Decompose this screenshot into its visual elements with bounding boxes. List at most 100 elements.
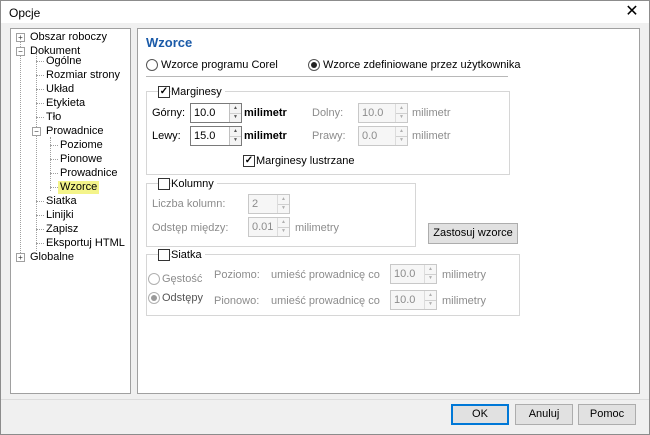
margin-top-label: Górny:	[152, 107, 186, 119]
column-gap-input[interactable]: 0.01 ▲ ▼	[248, 217, 290, 237]
tree-connector	[50, 145, 58, 146]
minus-icon[interactable]: −	[32, 127, 41, 136]
spin-down-icon[interactable]: ▼	[396, 136, 407, 145]
window-title: Opcje	[9, 6, 41, 20]
column-gap-unit: milimetry	[295, 222, 339, 234]
tree-item-label: Ogólne	[46, 55, 82, 67]
grid-spacing-label[interactable]: Odstępy	[162, 292, 203, 304]
tree-connector	[50, 159, 58, 160]
tree-item-label: Rozmiar strony	[46, 69, 120, 81]
grid-checkbox[interactable]	[158, 249, 170, 261]
preset-corel-radio[interactable]	[146, 59, 158, 71]
preset-user-radio[interactable]	[308, 59, 320, 71]
tree-item-label-selected: Wzorce	[58, 181, 100, 194]
mirror-margins-label[interactable]: Marginesy lustrzane	[256, 155, 354, 167]
close-icon[interactable]: ✕	[621, 2, 643, 22]
spin-down-icon[interactable]: ▼	[278, 204, 289, 213]
tree-connector	[36, 243, 44, 244]
plus-icon[interactable]: +	[16, 253, 25, 262]
margin-right-input[interactable]: 0.0 ▲ ▼	[358, 126, 408, 146]
tree-item-label: Prowadnice	[60, 167, 118, 179]
spin-down-icon[interactable]: ▼	[278, 227, 289, 236]
preset-corel-label[interactable]: Wzorce programu Corel	[161, 59, 278, 71]
grid-vertical-value: 10.0	[394, 294, 416, 306]
spin-arrows: ▲ ▼	[395, 104, 407, 122]
apply-presets-button[interactable]: Zastosuj wzorce	[428, 223, 518, 244]
margin-top-input[interactable]: 10.0 ▲ ▼	[190, 103, 242, 123]
grid-horizontal-value: 10.0	[394, 268, 416, 280]
tree-connector	[36, 75, 44, 76]
grid-vertical-label: Pionowo:	[214, 295, 260, 307]
columns-label: Kolumny	[171, 178, 217, 190]
column-count-input[interactable]: 2 ▲ ▼	[248, 194, 290, 214]
margin-left-label: Lewy:	[152, 130, 181, 142]
margins-checkbox[interactable]: ✓	[158, 86, 170, 98]
grid-label: Siatka	[171, 249, 205, 261]
margin-bottom-input[interactable]: 10.0 ▲ ▼	[358, 103, 408, 123]
footer-separator	[1, 399, 649, 400]
tree-connector	[36, 103, 44, 104]
tree-connector	[50, 187, 58, 188]
spin-arrows: ▲ ▼	[277, 218, 289, 236]
options-dialog: Opcje ✕ + Obszar roboczy − Dokument Ogól…	[0, 0, 650, 435]
plus-icon[interactable]: +	[16, 33, 25, 42]
spin-down-icon[interactable]: ▼	[230, 113, 241, 122]
column-count-label: Liczba kolumn:	[152, 198, 226, 210]
margin-bottom-unit: milimetr	[412, 107, 451, 119]
spin-down-icon[interactable]: ▼	[396, 113, 407, 122]
tree-item-label: Globalne	[30, 251, 75, 263]
minus-icon[interactable]: −	[16, 47, 25, 56]
tree-item-label: Etykieta	[46, 97, 86, 109]
spin-arrows: ▲ ▼	[395, 127, 407, 145]
grid-density-radio[interactable]	[148, 273, 160, 285]
cancel-button[interactable]: Anuluj	[515, 404, 573, 425]
margin-right-value: 0.0	[362, 130, 378, 142]
column-count-value: 2	[252, 198, 259, 210]
grid-horizontal-label: Poziomo:	[214, 269, 260, 281]
spin-down-icon[interactable]: ▼	[230, 136, 241, 145]
title-bar: Opcje ✕	[1, 1, 649, 23]
tree-connector	[36, 229, 44, 230]
ok-button[interactable]: OK	[451, 404, 509, 425]
tree-connector	[36, 117, 44, 118]
grid-spacing-radio[interactable]	[148, 292, 160, 304]
tree-item-label: Pionowe	[60, 153, 103, 165]
settings-panel: Wzorce Wzorce programu Corel Wzorce zdef…	[137, 28, 640, 394]
spin-arrows: ▲ ▼	[277, 195, 289, 213]
spin-arrows: ▲ ▼	[229, 127, 241, 145]
spin-down-icon[interactable]: ▼	[425, 274, 436, 283]
tree-connector	[50, 173, 58, 174]
margin-left-input[interactable]: 15.0 ▲ ▼	[190, 126, 242, 146]
column-gap-value: 0.01	[252, 221, 274, 233]
preset-user-label[interactable]: Wzorce zdefiniowane przez użytkownika	[323, 59, 520, 71]
tree-item-label: Siatka	[46, 195, 77, 207]
spin-arrows: ▲ ▼	[424, 291, 436, 309]
margin-left-value: 15.0	[194, 130, 216, 142]
grid-horizontal-input[interactable]: 10.0 ▲ ▼	[390, 264, 437, 284]
tree-item-label: Linijki	[46, 209, 74, 221]
grid-vertical-place-text: umieść prowadnicę co	[271, 295, 380, 307]
tree-connector	[36, 215, 44, 216]
tree-item-label: Poziome	[60, 139, 103, 151]
margin-right-label: Prawy:	[312, 130, 346, 142]
tree-item-label: Prowadnice	[46, 125, 104, 137]
spin-down-icon[interactable]: ▼	[425, 300, 436, 309]
margin-bottom-label: Dolny:	[312, 107, 344, 119]
columns-checkbox[interactable]	[158, 178, 170, 190]
column-gap-label: Odstęp między:	[152, 222, 229, 234]
options-tree: + Obszar roboczy − Dokument Ogólne Rozmi…	[10, 28, 131, 394]
help-button[interactable]: Pomoc	[578, 404, 636, 425]
tree-item-label: Obszar roboczy	[30, 31, 108, 43]
tree-item-label: Zapisz	[46, 223, 79, 235]
separator	[146, 76, 508, 77]
grid-vertical-input[interactable]: 10.0 ▲ ▼	[390, 290, 437, 310]
spin-arrows: ▲ ▼	[424, 265, 436, 283]
margin-top-unit: milimetr	[244, 107, 287, 119]
tree-connector	[36, 201, 44, 202]
margin-top-value: 10.0	[194, 107, 216, 119]
tree-connector	[36, 61, 44, 62]
mirror-margins-checkbox[interactable]: ✓	[243, 155, 255, 167]
grid-density-label[interactable]: Gęstość	[162, 273, 202, 285]
tree-item-label: Eksportuj HTML	[46, 237, 125, 249]
tree-connector	[20, 39, 21, 261]
